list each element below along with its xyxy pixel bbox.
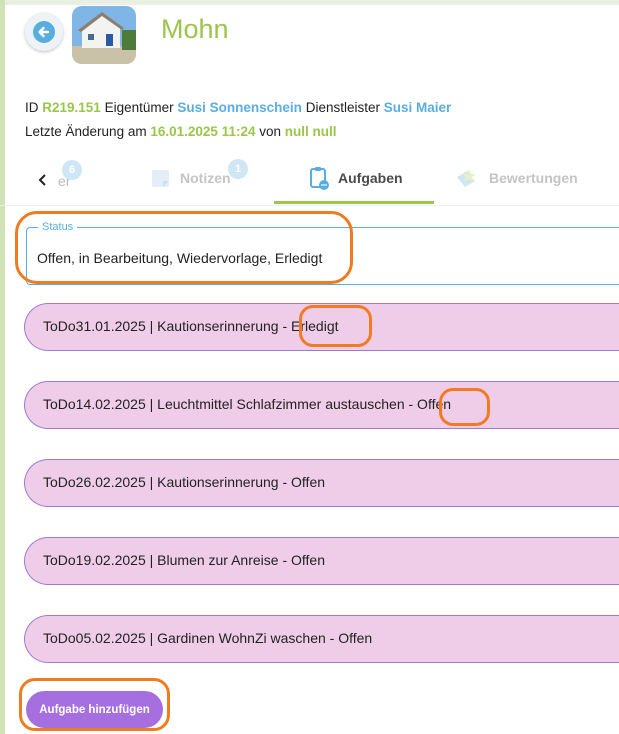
tab-notizen[interactable]: Notizen xyxy=(150,167,231,189)
window-top-edge xyxy=(0,0,619,5)
tab-bewertungen[interactable]: Bewertungen xyxy=(455,167,578,189)
page-title: Mohn xyxy=(161,14,229,44)
todo-item[interactable]: ToDo19.02.2025 | Blumen zur Anreise - Of… xyxy=(24,537,619,585)
tab-partial-badge: 6 xyxy=(62,160,82,180)
todo-item[interactable]: ToDo05.02.2025 | Gardinen WohnZi waschen… xyxy=(24,615,619,663)
status-filter-value[interactable]: Offen, in Bearbeitung, Wiedervorlage, Er… xyxy=(37,250,322,266)
todo-item-label: ToDo14.02.2025 | Leuchtmittel Schlafzimm… xyxy=(43,396,452,412)
owner-link[interactable]: Susi Sonnenschein xyxy=(177,100,302,115)
status-filter-legend: Status xyxy=(38,221,78,233)
todo-item[interactable]: ToDo14.02.2025 | Leuchtmittel Schlafzimm… xyxy=(24,381,619,429)
tab-aufgaben-label: Aufgaben xyxy=(338,170,403,186)
tab-aufgaben[interactable]: Aufgaben xyxy=(308,165,403,191)
active-tab-indicator xyxy=(274,201,434,204)
info-line-ids: ID R219.151 Eigentümer Susi Sonnenschein… xyxy=(25,100,451,115)
tab-divider xyxy=(0,205,619,206)
changed-label: Letzte Änderung am xyxy=(25,124,147,139)
changed-value: 16.01.2025 11:24 xyxy=(150,124,256,139)
tab-bar: er 6 Notizen 1 Aufgaben Bewertungen xyxy=(0,155,619,207)
id-label: ID xyxy=(25,100,39,115)
by-label: von xyxy=(259,124,282,139)
add-task-button[interactable]: Aufgabe hinzufügen xyxy=(26,691,163,728)
todo-item-label: ToDo05.02.2025 | Gardinen WohnZi waschen… xyxy=(43,630,373,646)
tab-notizen-label: Notizen xyxy=(180,170,231,186)
provider-link[interactable]: Susi Maier xyxy=(384,100,452,115)
todo-item[interactable]: ToDo26.02.2025 | Kautionserinnerung - Of… xyxy=(24,459,619,507)
provider-label: Dienstleister xyxy=(305,100,380,115)
by-value: null null xyxy=(284,124,337,139)
tab-bewertungen-label: Bewertungen xyxy=(489,170,578,186)
tab-scroll-left-button[interactable] xyxy=(32,169,54,191)
window-left-edge xyxy=(0,0,5,734)
note-icon xyxy=(152,170,169,187)
info-line-changed: Letzte Änderung am 16.01.2025 11:24 von … xyxy=(25,124,337,139)
clipboard-icon xyxy=(310,167,329,190)
id-value: R219.151 xyxy=(42,100,101,115)
todo-item-label: ToDo19.02.2025 | Blumen zur Anreise - Of… xyxy=(43,552,325,568)
arrow-left-icon xyxy=(33,21,55,43)
tab-notizen-badge: 1 xyxy=(228,159,248,179)
todo-item-label: ToDo26.02.2025 | Kautionserinnerung - Of… xyxy=(43,474,326,490)
property-thumbnail xyxy=(72,6,136,64)
chevron-left-icon xyxy=(38,174,46,186)
rating-icon xyxy=(457,169,476,187)
todo-item-label: ToDo31.01.2025 | Kautionserinnerung - Er… xyxy=(43,318,339,334)
todo-item[interactable]: ToDo31.01.2025 | Kautionserinnerung - Er… xyxy=(24,303,619,351)
back-button[interactable] xyxy=(25,13,63,51)
owner-label: Eigentümer xyxy=(104,100,174,115)
